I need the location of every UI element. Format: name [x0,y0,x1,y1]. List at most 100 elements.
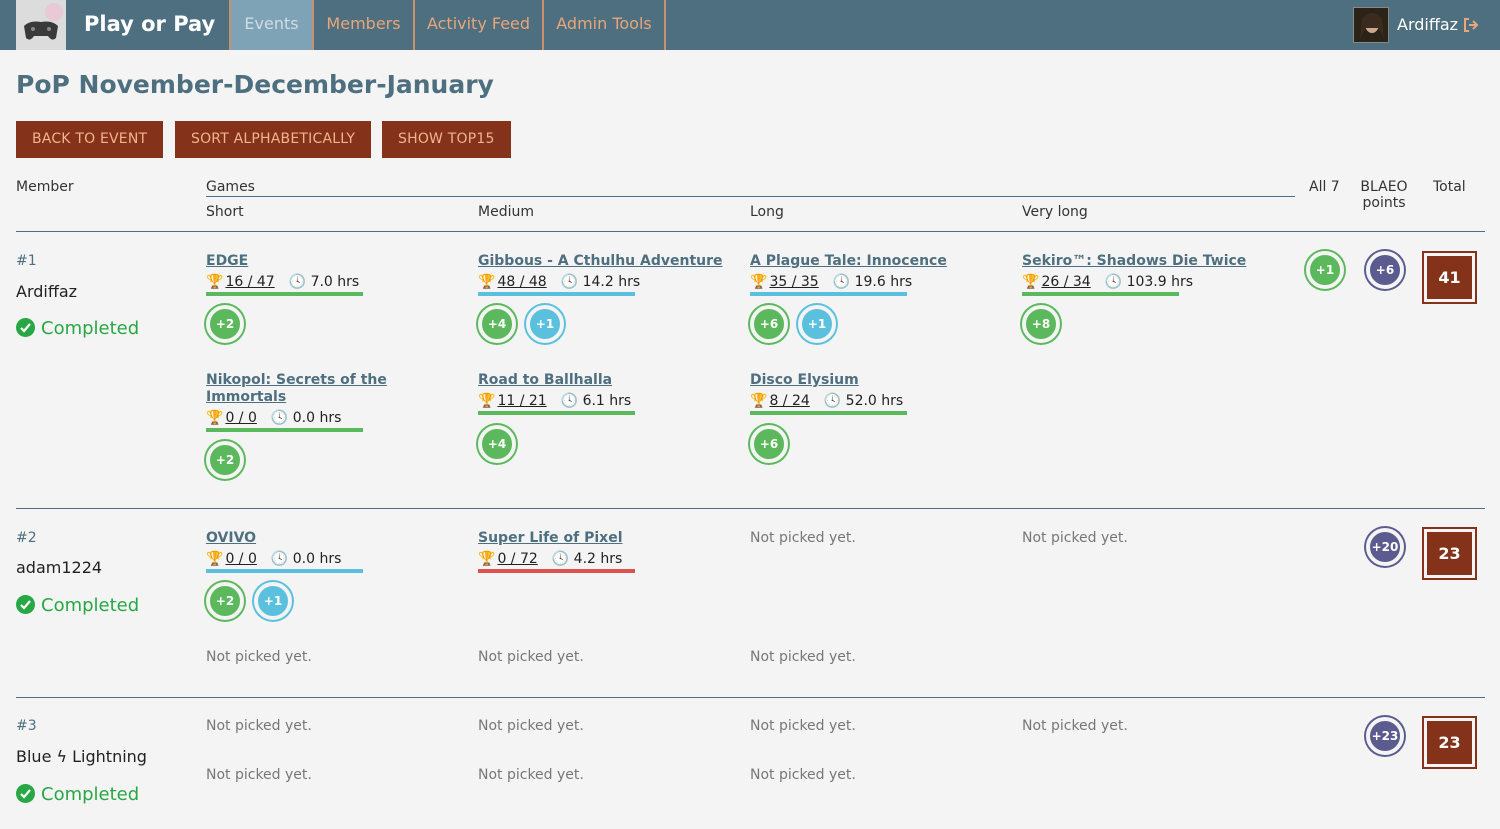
hours: 19.6 hrs [854,274,913,290]
hours: 52.0 hrs [845,393,904,409]
points-badge: +4 [478,425,516,463]
status-label: Completed [41,318,140,339]
clock-icon: 🕓 [270,410,289,426]
bonus-badge: +1 [798,305,836,343]
achievements-link[interactable]: 0 / 72 [497,551,537,567]
nav-tab-activity-feed[interactable]: Activity Feed [415,0,544,50]
clock-icon: 🕓 [551,551,570,567]
logout-icon[interactable] [1462,16,1480,34]
achievements-link[interactable]: 35 / 35 [769,274,818,290]
username[interactable]: Ardiffaz [1397,15,1458,34]
blaeo-badge: +20 [1366,528,1404,566]
game-title-link[interactable]: EDGE [206,253,363,270]
not-picked-text: Not picked yet. [750,649,856,665]
bonus-badge: +1 [526,305,564,343]
not-picked-text: Not picked yet. [1022,718,1128,734]
points-badge: +4 [478,305,516,343]
clock-icon: 🕓 [560,274,579,290]
achievements-link[interactable]: 0 / 0 [225,410,256,426]
nav-tab-events[interactable]: Events [229,0,314,50]
achievements-link[interactable]: 16 / 47 [225,274,274,290]
status-completed: Completed [16,318,139,339]
member-rank: #3 [16,718,37,734]
header-blaeo-line2: points [1362,195,1406,211]
progress-bar [206,292,363,296]
clock-icon: 🕓 [288,274,307,290]
clock-icon: 🕓 [1104,274,1123,290]
game-stats: 🏆 0 / 72 🕓 4.2 hrs [478,551,635,567]
game-stats: 🏆 26 / 34 🕓 103.9 hrs [1022,274,1282,290]
header-blaeo: BLAEO points [1360,179,1408,211]
achievements-link[interactable]: 11 / 21 [497,393,546,409]
game-stats: 🏆 11 / 21 🕓 6.1 hrs [478,393,738,409]
header-all7: All 7 [1309,179,1340,195]
trophy-icon: 🏆 [206,274,224,290]
clock-icon: 🕓 [560,393,579,409]
points-badge: +6 [750,305,788,343]
header-long: Long [750,204,784,220]
show-top15-button[interactable]: SHOW TOP15 [382,121,511,158]
status-label: Completed [41,595,140,616]
game-title-link[interactable]: Disco Elysium [750,372,1010,389]
trophy-icon: 🏆 [750,393,768,409]
check-circle-icon [16,595,35,614]
progress-bar [206,569,363,573]
achievements-link[interactable]: 0 / 0 [225,551,256,567]
achievements-link[interactable]: 26 / 34 [1041,274,1090,290]
game-title-link[interactable]: Nikopol: Secrets of the Immortals [206,372,406,406]
header-short: Short [206,204,244,220]
achievements-link[interactable]: 8 / 24 [769,393,809,409]
hours: 103.9 hrs [1126,274,1194,290]
achievements-link[interactable]: 48 / 48 [497,274,546,290]
trophy-icon: 🏆 [206,551,224,567]
game-card: Road to Ballhalla 🏆 11 / 21 🕓 6.1 hrs [478,372,738,415]
hours: 14.2 hrs [582,274,641,290]
progress-bar [750,292,907,296]
bonus-badge: +1 [254,582,292,620]
check-circle-icon [16,784,35,803]
header-total: Total [1433,179,1466,195]
member-rank: #2 [16,530,37,546]
member-name[interactable]: Blue ϟ Lightning [16,747,147,766]
check-circle-icon [16,318,35,337]
points-badge: +2 [206,441,244,479]
game-card: Super Life of Pixel 🏆 0 / 72 🕓 4.2 hrs [478,530,635,573]
member-name[interactable]: Ardiffaz [16,282,77,301]
game-title-link[interactable]: Road to Ballhalla [478,372,738,389]
not-picked-text: Not picked yet. [478,718,584,734]
progress-bar [750,411,907,415]
not-picked-text: Not picked yet. [478,649,584,665]
points-badge: +2 [206,582,244,620]
header-medium: Medium [478,204,534,220]
page-title: PoP November-December-January [16,70,494,99]
total-score: 23 [1424,529,1475,578]
status-completed: Completed [16,784,139,805]
nav-tab-members[interactable]: Members [314,0,415,50]
row-divider [16,508,1485,509]
nav-tab-admin-tools[interactable]: Admin Tools [544,0,666,50]
status-label: Completed [41,784,140,805]
header-blaeo-line1: BLAEO [1360,179,1408,195]
progress-bar [478,569,635,573]
site-logo[interactable] [16,0,66,50]
header-games: Games [206,179,255,195]
game-title-link[interactable]: A Plague Tale: Innocence [750,253,1010,270]
trophy-icon: 🏆 [750,274,768,290]
game-title-link[interactable]: Sekiro™: Shadows Die Twice [1022,253,1282,270]
trophy-icon: 🏆 [478,551,496,567]
game-title-link[interactable]: OVIVO [206,530,363,547]
hours: 6.1 hrs [582,393,632,409]
all7-badge: +1 [1306,251,1344,289]
trophy-icon: 🏆 [206,410,224,426]
user-avatar[interactable] [1353,7,1389,43]
brand-title[interactable]: Play or Pay [84,12,215,36]
game-card: EDGE 🏆 16 / 47 🕓 7.0 hrs [206,253,363,296]
header-member: Member [16,179,74,195]
member-name[interactable]: adam1224 [16,558,102,577]
sort-alphabetically-button[interactable]: SORT ALPHABETICALLY [175,121,372,158]
back-to-event-button[interactable]: BACK TO EVENT [16,121,164,158]
game-title-link[interactable]: Super Life of Pixel [478,530,635,547]
points-badge: +2 [206,305,244,343]
points-badge: +8 [1022,305,1060,343]
game-title-link[interactable]: Gibbous - A Cthulhu Adventure [478,253,738,270]
